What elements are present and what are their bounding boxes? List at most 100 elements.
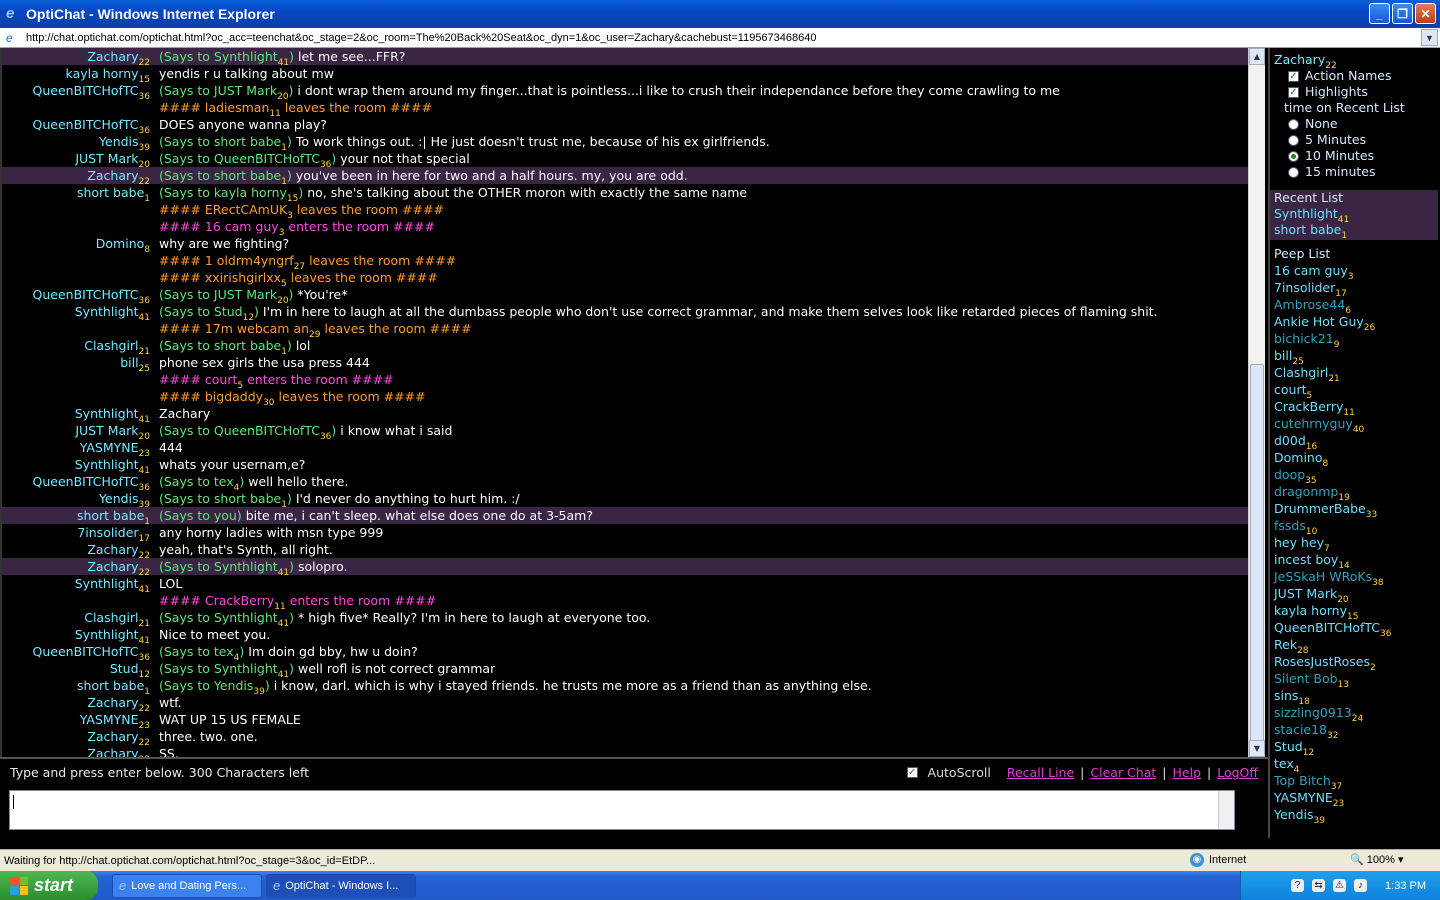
separator: | xyxy=(1162,765,1167,780)
says-close: ) xyxy=(331,423,341,438)
user-name: YASMYNE xyxy=(1274,790,1333,805)
user-number: 19 xyxy=(1338,493,1350,503)
peep-user[interactable]: JUST Mark20 xyxy=(1270,585,1438,605)
says-close: ) xyxy=(254,304,263,319)
peep-user[interactable]: 16 cam guy3 xyxy=(1270,262,1438,282)
zoom-level[interactable]: 🔍 100% ▾ xyxy=(1350,853,1403,866)
user-name: incest boy xyxy=(1274,552,1339,567)
chat-row: Yendis39 (Says to short babe1) To work th… xyxy=(2,133,1248,153)
message-body: i dont wrap them around my finger...that… xyxy=(297,83,1060,98)
scroll-down-arrow-icon[interactable]: ▼ xyxy=(1249,740,1265,757)
message-text: SS. xyxy=(159,745,179,757)
peep-user[interactable]: bichick219 xyxy=(1270,330,1438,350)
taskbar-item-optichat[interactable]: e OptiChat - Windows I... xyxy=(266,873,416,898)
peep-user[interactable]: hey hey7 xyxy=(1270,534,1438,554)
system-prefix: #### xyxy=(159,253,205,268)
message-body: *You're* xyxy=(297,287,348,302)
peep-user[interactable]: YASMYNE23 xyxy=(1270,789,1438,809)
system-user-name: ladiesman xyxy=(204,100,270,115)
peep-user[interactable]: sizzling091324 xyxy=(1270,704,1438,724)
address-url[interactable]: http://chat.optichat.com/optichat.html?o… xyxy=(26,32,817,44)
action-names-checkbox[interactable]: ✓ xyxy=(1288,70,1299,82)
message-text: DOES anyone wanna play? xyxy=(159,116,327,133)
peep-user[interactable]: CrackBerry11 xyxy=(1270,398,1438,418)
recent-user[interactable]: short babe1 xyxy=(1270,222,1438,241)
close-button[interactable]: ✕ xyxy=(1415,3,1436,24)
clear-chat-link[interactable]: Clear Chat xyxy=(1090,765,1156,780)
user-name: Yendis xyxy=(1274,807,1314,822)
message-body: Im doin gd bby, hw u doin? xyxy=(248,644,418,659)
radio-button[interactable] xyxy=(1288,166,1299,178)
peep-user[interactable]: dragonmp19 xyxy=(1270,483,1438,503)
peep-user[interactable]: 7insolider17 xyxy=(1270,279,1438,299)
message-body: you've been in here for two and a half h… xyxy=(295,168,688,183)
peep-user[interactable]: DrummerBabe33 xyxy=(1270,500,1438,520)
radio-button[interactable] xyxy=(1288,118,1299,130)
user-name: Domino xyxy=(1274,450,1323,465)
peep-user[interactable]: JeSSkaH WRoKs38 xyxy=(1270,568,1438,588)
restore-button[interactable]: ❐ xyxy=(1392,3,1413,24)
radio-button[interactable] xyxy=(1288,150,1299,162)
peep-user[interactable]: Yendis39 xyxy=(1270,806,1438,826)
taskbar-item-dating[interactable]: e Love and Dating Pers... xyxy=(112,873,262,898)
action-names-option[interactable]: ✓ Action Names xyxy=(1270,68,1438,84)
user-name: d00d xyxy=(1274,433,1306,448)
radio-button[interactable] xyxy=(1288,134,1299,146)
message-body: WAT UP 15 US FEMALE xyxy=(159,712,301,727)
autoscroll-checkbox[interactable]: ✓ xyxy=(906,767,918,778)
peep-user[interactable]: kayla horny15 xyxy=(1270,602,1438,622)
says-prefix: (Says to xyxy=(159,151,214,166)
input-scrollbar[interactable] xyxy=(1218,791,1234,829)
system-user-name: bigdaddy xyxy=(204,389,264,404)
peep-user[interactable]: doop35 xyxy=(1270,466,1438,486)
help-link[interactable]: Help xyxy=(1173,765,1202,780)
user-number: 23 xyxy=(1332,799,1345,809)
help-tray-icon[interactable]: ? xyxy=(1291,879,1305,892)
peep-user[interactable]: tex4 xyxy=(1270,755,1438,775)
time-option[interactable]: None xyxy=(1270,116,1438,132)
peep-user[interactable]: sins18 xyxy=(1270,687,1438,707)
peep-user[interactable]: Ambrose446 xyxy=(1270,296,1438,316)
sender-name[interactable]: Zachary22 xyxy=(87,745,150,757)
peep-user[interactable]: RosesJustRoses2 xyxy=(1270,653,1438,673)
says-to: (Says to QueenBITCHofTC36) xyxy=(159,423,341,442)
user-name: sizzling0913 xyxy=(1274,705,1352,720)
peep-user[interactable]: Rek28 xyxy=(1270,636,1438,656)
chat-scrollbar[interactable]: ▲ ▼ xyxy=(1248,48,1265,757)
volume-tray-icon[interactable]: ♪ xyxy=(1354,879,1368,892)
time-option[interactable]: 5 Minutes xyxy=(1270,132,1438,148)
peep-user[interactable]: incest boy14 xyxy=(1270,551,1438,571)
peep-user[interactable]: fssds10 xyxy=(1270,517,1438,537)
peep-user[interactable]: Silent Bob13 xyxy=(1270,670,1438,690)
window-controls: _ ❐ ✕ xyxy=(1369,3,1436,24)
start-button[interactable]: start xyxy=(0,871,98,900)
highlights-checkbox[interactable]: ✓ xyxy=(1288,86,1299,98)
says-target: Yendis xyxy=(213,678,254,693)
peep-user[interactable]: court5 xyxy=(1270,381,1438,401)
recall-line-link[interactable]: Recall Line xyxy=(1007,765,1074,780)
message-input[interactable] xyxy=(9,790,1235,830)
peep-user[interactable]: Ankie Hot Guy26 xyxy=(1270,313,1438,333)
time-option[interactable]: 10 Minutes xyxy=(1270,148,1438,164)
system-text: enters the room #### xyxy=(289,593,437,608)
user-name: QueenBITCHofTC xyxy=(1274,620,1381,635)
peep-user[interactable]: Stud12 xyxy=(1270,738,1438,758)
logoff-link[interactable]: LogOff xyxy=(1217,765,1258,780)
address-bar[interactable]: e http://chat.optichat.com/optichat.html… xyxy=(0,28,1440,48)
system-prefix: #### xyxy=(159,389,205,404)
peep-user[interactable]: Domino8 xyxy=(1270,449,1438,469)
says-to: (Says to tex4) xyxy=(159,474,248,493)
user-name: 7insolider xyxy=(1274,280,1336,295)
scroll-up-arrow-icon[interactable]: ▲ xyxy=(1249,48,1265,65)
address-dropdown-icon[interactable]: ▼ xyxy=(1421,29,1438,46)
time-option[interactable]: 15 minutes xyxy=(1270,164,1438,180)
recent-user[interactable]: Synthlight41 xyxy=(1270,206,1438,225)
peep-user[interactable]: bill25 xyxy=(1270,347,1438,367)
minimize-button[interactable]: _ xyxy=(1369,3,1390,24)
security-tray-icon[interactable]: ⚠ xyxy=(1333,879,1347,892)
scroll-thumb[interactable] xyxy=(1250,364,1264,744)
network-tray-icon[interactable]: ⇆ xyxy=(1312,879,1326,892)
message-body: I'm in here to laugh at all the dumbass … xyxy=(262,304,1158,319)
highlights-option[interactable]: ✓ Highlights xyxy=(1270,84,1438,100)
chat-messages-pane[interactable]: Zachary22 (Says to Synthlight41) let me s… xyxy=(0,48,1248,757)
